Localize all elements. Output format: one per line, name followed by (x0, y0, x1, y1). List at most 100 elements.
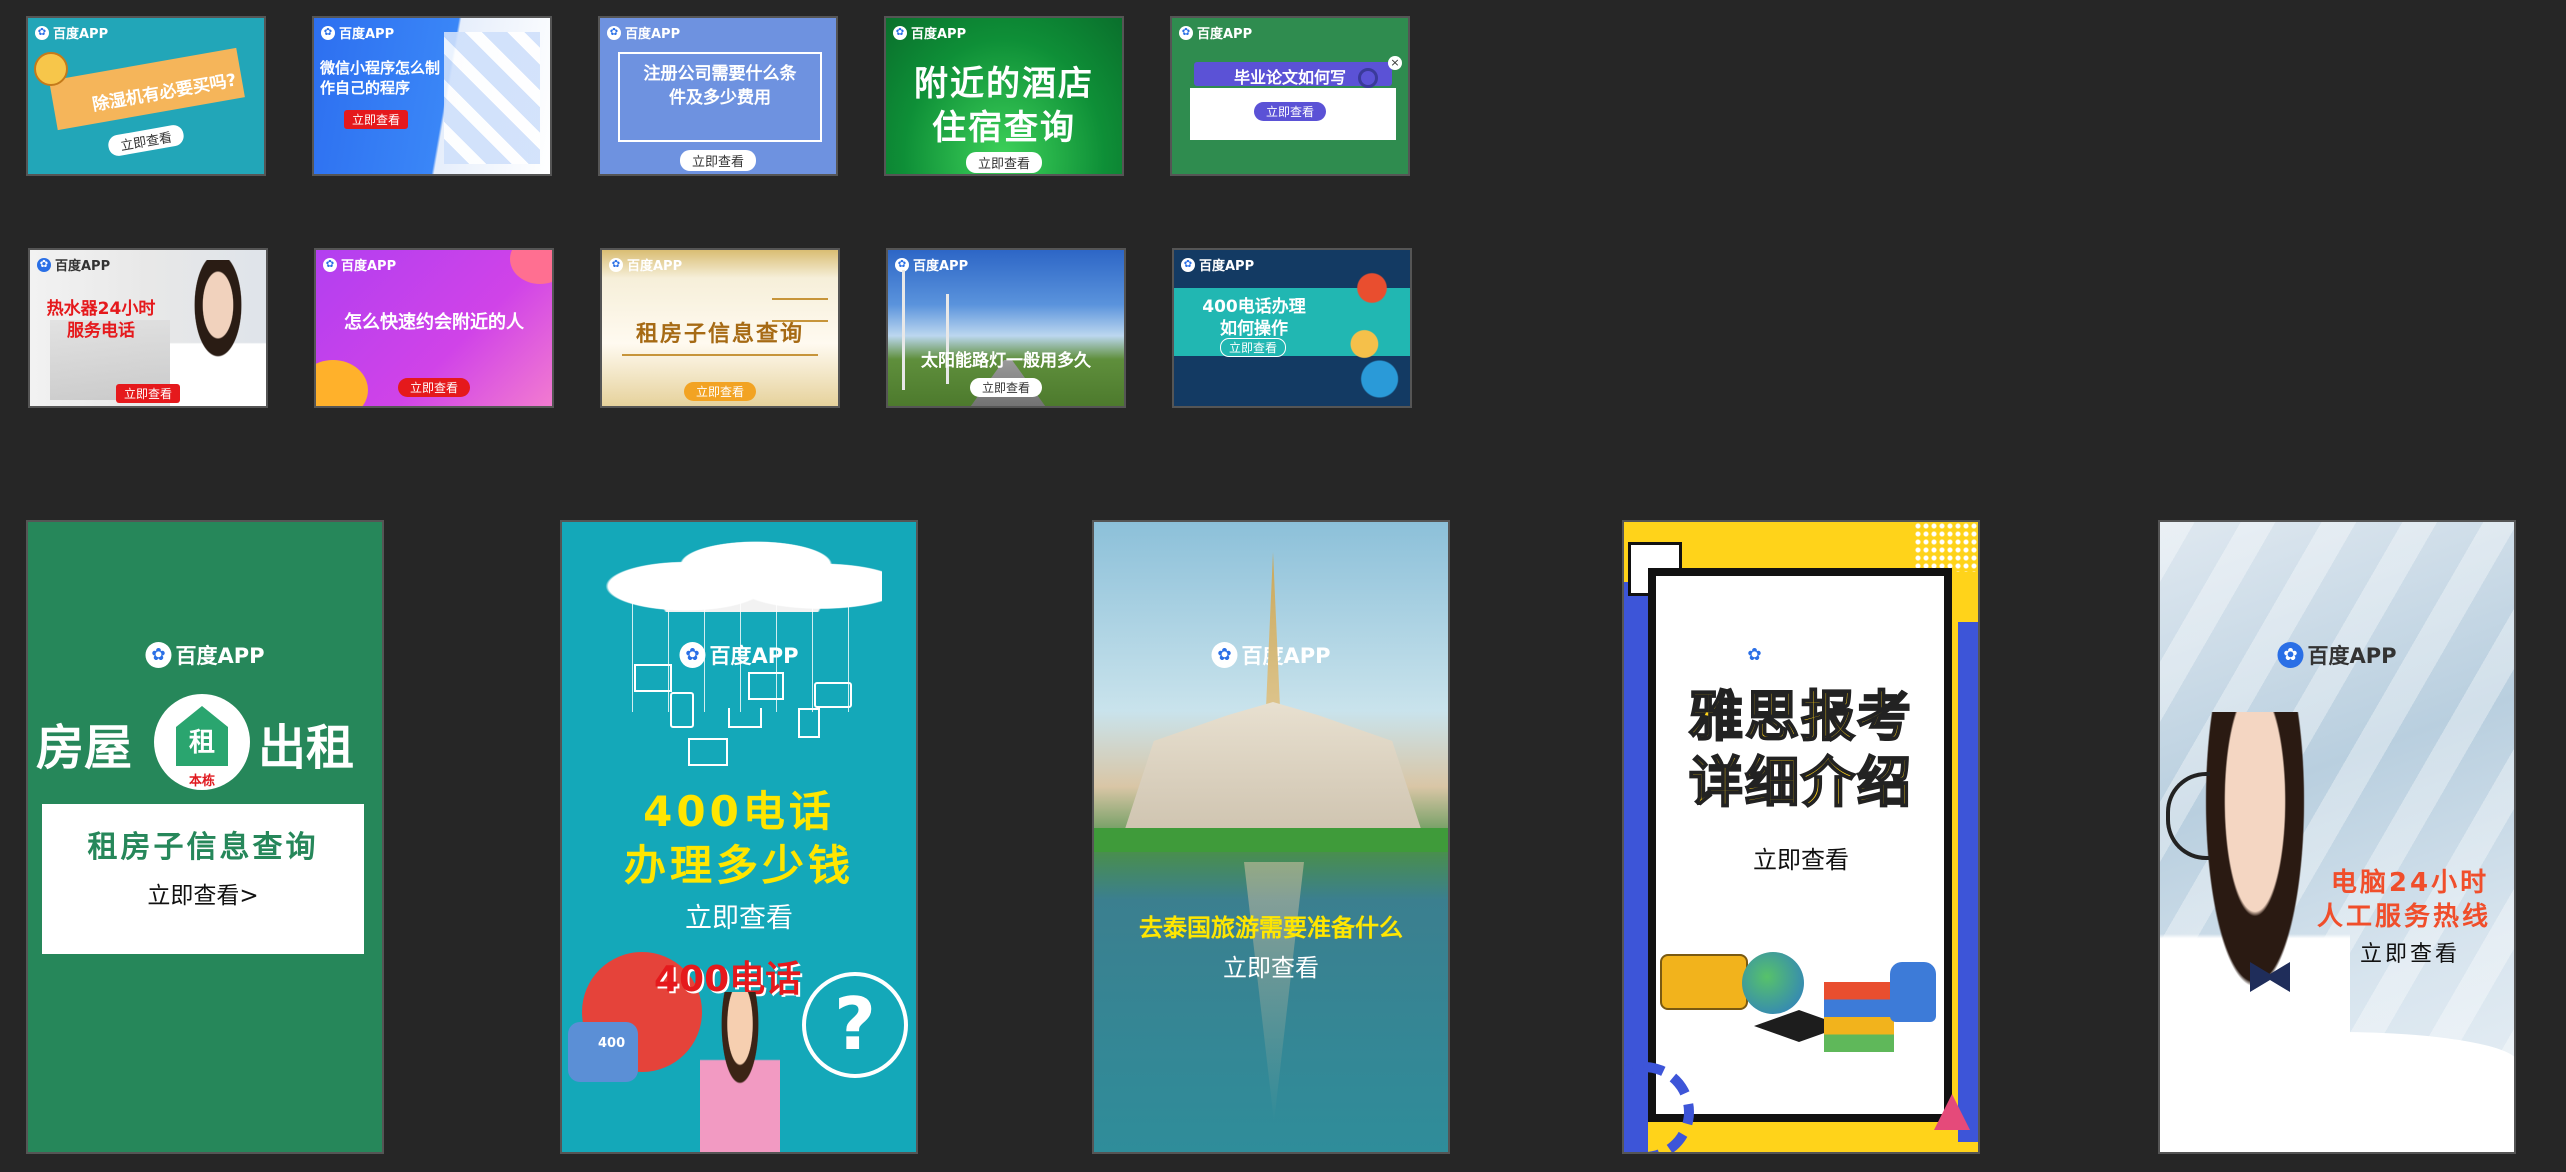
paw-icon: ✿ (2277, 642, 2304, 668)
baidu-app-logo: ✿百度APP (607, 23, 680, 42)
cta-text[interactable]: 立即查看 (1094, 948, 1448, 983)
cta-button[interactable]: 立即查看 (965, 152, 1043, 173)
cta-text[interactable]: 立即查看 (1624, 840, 1978, 875)
cta-button[interactable]: 立即查看 (1220, 338, 1287, 357)
ad-card-mini-program[interactable]: ✿ 百度APP 微信小程序怎么制作自己的程序 立即查看 (312, 16, 552, 176)
mini-label-400: 400 (598, 1036, 626, 1051)
ad-headline: 怎么快速约会附近的人 (344, 312, 524, 333)
paw-icon: ✿ (1741, 642, 1768, 668)
ad-headline-line2: 如何操作 (1220, 319, 1288, 339)
paw-icon: ✿ (1179, 25, 1193, 40)
ad-card-house-rental[interactable]: ✿ 百度APP 房屋 租 本栋 出租 租房子信息查询 立即查看> (26, 520, 384, 1154)
ad-headline-line2: 人工服务热线 (2316, 902, 2491, 932)
ad-headline: 太阳能路灯一般用多久 (921, 351, 1091, 371)
decor-blob-bottom (316, 360, 368, 406)
right-word: 出租 (258, 720, 355, 776)
office-illustration (1334, 260, 1410, 400)
paw-icon: ✿ (145, 642, 172, 668)
info-box-cta[interactable]: 立即查看> (42, 876, 364, 910)
tablet-icon (814, 682, 852, 708)
paw-icon: ✿ (1211, 642, 1238, 668)
ad-headline: 微信小程序怎么制作自己的程序 (320, 59, 441, 97)
cta-button[interactable]: 立即查看 (1253, 102, 1327, 121)
backpack-icon (1890, 962, 1936, 1022)
ad-card-dating[interactable]: ✿ 百度APP 怎么快速约会附近的人 立即查看 (314, 248, 554, 408)
cta-button[interactable]: 立即查看 (683, 382, 757, 401)
ad-card-400-phone-cost[interactable]: ✿百度APP 400电话 办理多少钱 立即查看 ? 400电话 400 (560, 520, 918, 1154)
ad-headline: 租房子信息查询 (635, 322, 804, 347)
cta-button[interactable]: 立即查看 (397, 378, 471, 397)
paw-icon: ✿ (893, 25, 907, 40)
cta-button[interactable]: 立即查看 (679, 150, 757, 171)
ad-card-computer-service[interactable]: ✿ 百度APP 电脑24小时 人工服务热线 立即查看 (2158, 520, 2516, 1154)
ad-headline: 去泰国旅游需要准备什么 (1139, 914, 1403, 942)
baidu-app-logo: ✿百度APP (321, 23, 394, 42)
baidu-app-logo: ✿百度APP (1181, 255, 1254, 274)
cta-text[interactable]: 立即查看 (2310, 936, 2510, 968)
close-icon[interactable]: × (1388, 56, 1402, 70)
baidu-app-logo: ✿百度APP (145, 640, 265, 670)
phone-icon (670, 692, 694, 728)
ad-card-rental-info[interactable]: ✿ 百度APP 租房子信息查询 立即查看 (600, 248, 840, 408)
paw-icon: ✿ (35, 25, 49, 40)
baidu-app-logo: ✿百度APP (37, 255, 110, 274)
megaphone-icon (34, 52, 68, 86)
ad-card-thailand-travel[interactable]: ✿ 百度APP 去泰国旅游需要准备什么 立即查看 (1092, 520, 1450, 1154)
cta-button[interactable]: 立即查看 (344, 110, 409, 129)
school-bus-icon (1660, 954, 1748, 1010)
streetlight-pole (902, 270, 905, 390)
ad-card-hotel[interactable]: ✿ 百度APP 附近的酒店 住宿查询 立即查看 (884, 16, 1124, 176)
cta-button[interactable]: 立即查看 (969, 378, 1043, 397)
ad-headline-line1: 电脑24小时 (2330, 868, 2490, 898)
house-icon-word: 租 (188, 728, 215, 758)
ad-headline-line2: 详细介绍 (1688, 750, 1913, 815)
books-icon (1824, 982, 1894, 1052)
home-icon (748, 672, 784, 700)
cart-icon (728, 708, 762, 728)
ad-headline-line1: 附近的酒店 (914, 64, 1094, 104)
baidu-app-logo: ✿百度APP (1179, 23, 1252, 42)
baidu-app-logo: ✿百度APP (895, 255, 968, 274)
baidu-app-logo: ✿百度APP (323, 255, 396, 274)
baidu-app-logo: ✿百度APP (1741, 640, 1861, 670)
baidu-app-logo: ✿百度APP (893, 23, 966, 42)
ad-headline-line2: 住宿查询 (932, 108, 1076, 148)
ad-headline-line2: 办理多少钱 (623, 841, 854, 890)
house-icon-sub: 本栋 (188, 774, 215, 789)
white-wave (2160, 1032, 2514, 1152)
ad-card-dehumidifier[interactable]: ✿ 百度APP 除湿机有必要买吗? 立即查看 (26, 16, 266, 176)
paw-icon: ✿ (607, 25, 621, 40)
baidu-app-logo: ✿百度APP (2277, 640, 2397, 670)
left-word: 房屋 (36, 720, 133, 776)
mail-icon (634, 664, 672, 692)
lawn (1094, 828, 1448, 852)
ad-card-ielts[interactable]: ✿ 百度APP 雅思报考 详细介绍 立即查看 (1622, 520, 1980, 1154)
info-box-title: 租房子信息查询 (87, 830, 319, 865)
cartoon-operator (700, 992, 780, 1152)
calculator-icon (798, 708, 820, 738)
cta-text[interactable]: 立即查看 (562, 896, 916, 935)
paw-icon: ✿ (37, 257, 51, 272)
cta-button[interactable]: 立即查看 (106, 123, 186, 158)
dot-pattern (1914, 522, 1978, 572)
ad-headline-line2: 服务电话 (67, 321, 135, 341)
divider-line (622, 354, 818, 356)
phone-handset-graphic (568, 1022, 638, 1082)
paw-icon: ✿ (1181, 257, 1195, 272)
temple-building (1124, 702, 1422, 832)
magnifier-icon (1358, 68, 1378, 88)
ad-card-400-phone[interactable]: ✿ 百度APP 400电话办理 如何操作 立即查看 (1172, 248, 1412, 408)
baidu-app-logo: ✿百度APP (35, 23, 108, 42)
ad-headline: 注册公司需要什么条件及多少费用 (643, 64, 797, 108)
ad-card-solar-light[interactable]: ✿ 百度APP 太阳能路灯一般用多久 立即查看 (886, 248, 1126, 408)
paw-icon: ✿ (321, 25, 335, 40)
baidu-app-logo: ✿百度APP (609, 255, 682, 274)
cta-button[interactable]: 立即查看 (116, 384, 181, 403)
ad-card-register-company[interactable]: ✿ 百度APP 注册公司需要什么条件及多少费用 立即查看 (598, 16, 838, 176)
ad-card-water-heater[interactable]: ✿ 百度APP 热水器24小时 服务电话 立即查看 (28, 248, 268, 408)
monitor-icon (688, 738, 728, 766)
ad-headline-line1: 400电话 (643, 787, 835, 836)
agent-photo (170, 260, 266, 406)
globe-icon (1742, 952, 1804, 1014)
ad-card-thesis[interactable]: ✿ 百度APP 毕业论文如何写 × 立即查看 (1170, 16, 1410, 176)
